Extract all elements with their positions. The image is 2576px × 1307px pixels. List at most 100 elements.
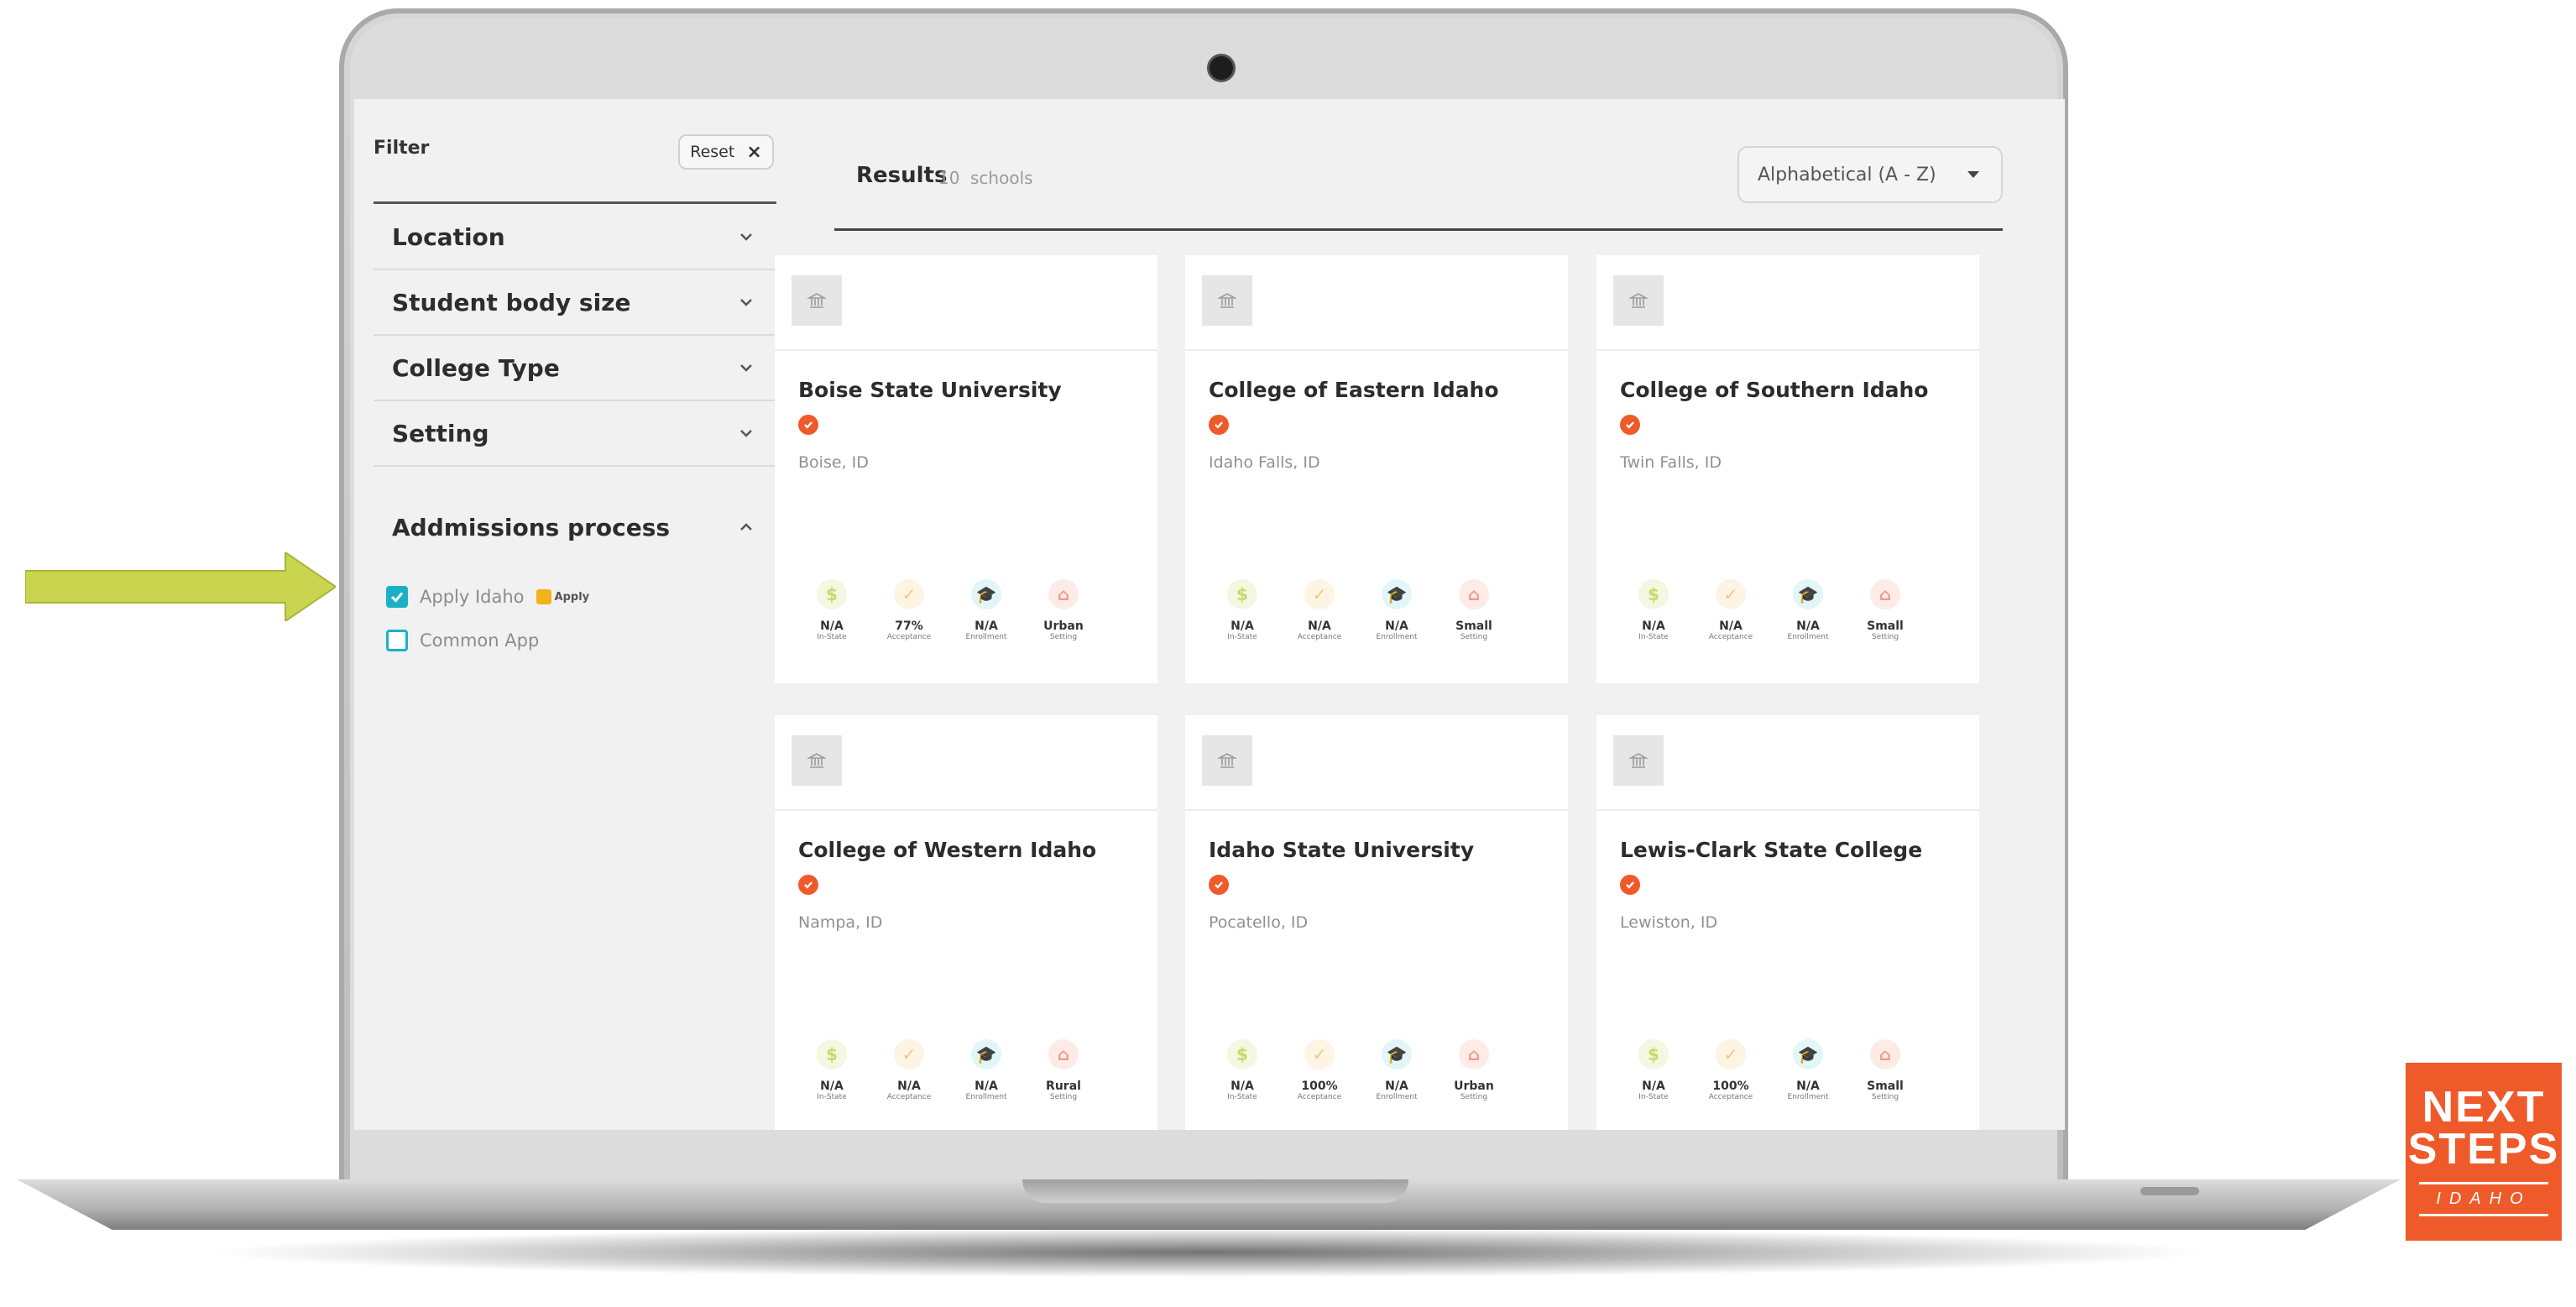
camera-icon [1207, 54, 1236, 82]
verified-badge-icon [1209, 415, 1229, 435]
close-icon: × [746, 141, 762, 163]
school-location: Boise, ID [798, 453, 869, 472]
school-logo-icon [1613, 275, 1664, 326]
sort-dropdown[interactable]: Alphabetical (A - Z) [1737, 146, 2003, 203]
arrow-right-icon [25, 552, 336, 621]
school-name[interactable]: College of Southern Idaho [1620, 378, 1928, 402]
app-screen: Filter Reset × Location Student body siz… [354, 99, 2065, 1130]
results-unit: schools [970, 168, 1033, 188]
stat-label: In-State [1638, 633, 1669, 641]
filter-section-label: College Type [392, 354, 560, 382]
school-location: Twin Falls, ID [1620, 453, 1722, 472]
reset-button[interactable]: Reset × [678, 134, 774, 170]
school-stat: ⌂ Urban Setting [1027, 579, 1100, 641]
graduation-cap-icon: 🎓 [971, 579, 1001, 609]
school-location: Nampa, ID [798, 913, 883, 932]
dollar-icon: $ [817, 1039, 847, 1069]
stat-label: In-State [817, 633, 847, 641]
brand-line: NEXT [2422, 1083, 2546, 1132]
chevron-up-icon [740, 523, 752, 531]
dollar-icon: $ [1638, 1039, 1669, 1069]
graduation-cap-icon: 🎓 [1793, 1039, 1823, 1069]
stat-value: 100% [1301, 1080, 1338, 1093]
option-common-app[interactable]: Common App [386, 630, 539, 651]
school-location: Idaho Falls, ID [1209, 453, 1320, 472]
stat-value: Rural [1046, 1080, 1081, 1093]
school-card[interactable]: College of Western Idaho Nampa, ID $ N/A… [775, 715, 1157, 1130]
stat-label: Setting [1460, 1093, 1488, 1101]
verified-badge-icon [1620, 415, 1640, 435]
chevron-down-icon [740, 430, 752, 437]
stat-label: Setting [1460, 633, 1488, 641]
check-circle-icon: ✓ [894, 579, 924, 609]
apply-logo-icon [536, 589, 551, 604]
dollar-icon: $ [1227, 579, 1257, 609]
school-stat: 🎓 N/A Enrollment [1360, 1039, 1434, 1101]
filter-section-label: Student body size [392, 289, 631, 316]
stat-label: Enrollment [965, 1093, 1007, 1101]
school-stat: ✓ N/A Acceptance [1694, 579, 1768, 641]
checkbox-checked[interactable] [386, 586, 408, 608]
stat-value: 100% [1712, 1080, 1749, 1093]
stat-value: N/A [820, 620, 844, 633]
filter-sidebar: Filter Reset × Location Student body siz… [354, 99, 791, 1130]
stat-label: Enrollment [965, 633, 1007, 641]
school-stat: ✓ 100% Acceptance [1283, 1039, 1356, 1101]
school-name[interactable]: Boise State University [798, 378, 1062, 402]
next-steps-idaho-logo: NEXT STEPS IDAHO [2406, 1063, 2562, 1241]
school-card[interactable]: College of Southern Idaho Twin Falls, ID… [1596, 255, 1979, 683]
school-card[interactable]: Boise State University Boise, ID $ N/A I… [775, 255, 1157, 683]
stat-value: Small [1867, 620, 1904, 633]
check-circle-icon: ✓ [894, 1039, 924, 1069]
apply-idaho-badge: Apply [536, 589, 589, 604]
stat-value: N/A [1308, 620, 1331, 633]
check-icon [390, 592, 404, 603]
sort-value: Alphabetical (A - Z) [1758, 164, 1936, 186]
graduation-cap-icon: 🎓 [971, 1039, 1001, 1069]
school-card[interactable]: Lewis-Clark State College Lewiston, ID $… [1596, 715, 1979, 1130]
school-name[interactable]: Idaho State University [1209, 838, 1474, 862]
school-logo-icon [792, 735, 842, 786]
option-label: Common App [420, 630, 540, 651]
building-icon: ⌂ [1870, 579, 1900, 609]
verified-badge-icon [798, 415, 818, 435]
stat-label: Acceptance [1297, 1093, 1342, 1101]
checkbox-unchecked[interactable] [386, 630, 408, 651]
school-card[interactable]: College of Eastern Idaho Idaho Falls, ID… [1185, 255, 1568, 683]
school-card[interactable]: Idaho State University Pocatello, ID $ N… [1185, 715, 1568, 1130]
filter-section-college-type[interactable]: College Type [374, 336, 776, 401]
option-apply-idaho[interactable]: Apply Idaho Apply [386, 586, 589, 608]
filter-section-admissions[interactable]: Addmissions process [374, 495, 776, 554]
school-stat: ✓ 100% Acceptance [1694, 1039, 1768, 1101]
building-icon: ⌂ [1459, 1039, 1489, 1069]
dollar-icon: $ [1638, 579, 1669, 609]
school-location: Lewiston, ID [1620, 913, 1718, 932]
filter-section-student-body-size[interactable]: Student body size [374, 270, 776, 336]
results-divider [834, 228, 2003, 231]
school-stat: $ N/A In-State [1617, 1039, 1690, 1101]
option-label: Apply Idaho [420, 587, 525, 607]
card-header [1185, 255, 1568, 351]
school-name[interactable]: College of Western Idaho [798, 838, 1096, 862]
school-name[interactable]: Lewis-Clark State College [1620, 838, 1922, 862]
stat-label: Acceptance [886, 1093, 932, 1101]
filter-section-location[interactable]: Location [374, 205, 776, 270]
stat-label: In-State [1227, 1093, 1257, 1101]
stat-value: N/A [1719, 620, 1743, 633]
stat-label: Acceptance [1297, 633, 1342, 641]
building-icon: ⌂ [1048, 579, 1079, 609]
school-name[interactable]: College of Eastern Idaho [1209, 378, 1499, 402]
check-circle-icon: ✓ [1304, 579, 1335, 609]
verified-badge-icon [1620, 875, 1640, 895]
stat-value: N/A [1796, 620, 1820, 633]
brand-line: IDAHO [2419, 1182, 2548, 1216]
stat-value: Urban [1454, 1080, 1494, 1093]
dollar-icon: $ [1227, 1039, 1257, 1069]
stat-value: 77% [895, 620, 923, 633]
filter-section-setting[interactable]: Setting [374, 401, 776, 467]
stat-label: Enrollment [1787, 633, 1829, 641]
stat-value: N/A [1231, 620, 1254, 633]
laptop-port [2140, 1187, 2199, 1195]
laptop-shadow [201, 1227, 2216, 1278]
stat-label: Setting [1871, 1093, 1899, 1101]
